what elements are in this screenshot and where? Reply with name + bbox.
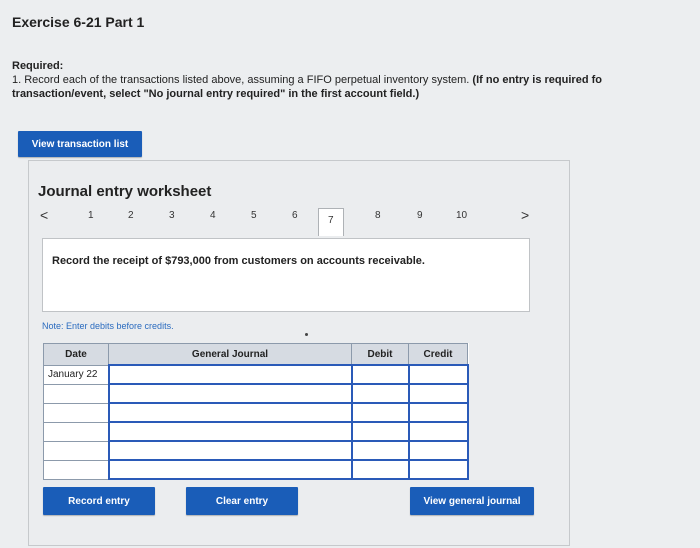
journal-header-row: Date General Journal Debit Credit: [43, 343, 468, 366]
date-cell[interactable]: [43, 402, 109, 423]
instruction-note: (If no entry is required fo: [472, 74, 602, 86]
table-row: [43, 383, 469, 404]
tab-4[interactable]: 4: [210, 210, 216, 221]
next-arrow-icon[interactable]: >: [521, 207, 529, 223]
date-cell[interactable]: [43, 459, 109, 480]
debit-header: Debit: [351, 343, 409, 366]
view-transaction-list-button[interactable]: View transaction list: [18, 131, 142, 157]
required-label: Required:: [12, 60, 64, 72]
account-input[interactable]: [107, 459, 353, 480]
tab-2[interactable]: 2: [128, 210, 134, 221]
date-header: Date: [43, 343, 109, 366]
tab-1[interactable]: 1: [88, 210, 94, 221]
credit-header: Credit: [408, 343, 468, 366]
transaction-description-box: [42, 238, 530, 312]
instruction-text: 1. Record each of the transactions liste…: [12, 74, 473, 86]
account-input[interactable]: [107, 364, 353, 385]
table-row: [43, 421, 469, 442]
journal-table: Date General Journal Debit Credit Januar…: [43, 343, 469, 480]
debit-input[interactable]: [350, 383, 410, 404]
debit-input[interactable]: [350, 459, 410, 480]
entry-tabs: < 1 2 3 4 5 6 7 8 9 10 >: [36, 207, 536, 240]
table-row: January 22: [43, 364, 469, 385]
view-general-journal-button[interactable]: View general journal: [410, 487, 534, 515]
tab-5[interactable]: 5: [251, 210, 257, 221]
debit-input[interactable]: [350, 402, 410, 423]
transaction-description: Record the receipt of $793,000 from cust…: [52, 255, 425, 267]
table-row: [43, 440, 469, 461]
credit-input[interactable]: [407, 402, 469, 423]
table-row: [43, 459, 469, 480]
debit-input[interactable]: [350, 421, 410, 442]
record-entry-button[interactable]: Record entry: [43, 487, 155, 515]
credit-input[interactable]: [407, 364, 469, 385]
tab-9[interactable]: 9: [417, 210, 423, 221]
date-cell[interactable]: [43, 440, 109, 461]
table-row: [43, 402, 469, 423]
entry-note: Note: Enter debits before credits.: [42, 321, 174, 331]
tab-6[interactable]: 6: [292, 210, 298, 221]
debit-input[interactable]: [350, 440, 410, 461]
prev-arrow-icon[interactable]: <: [40, 207, 48, 223]
credit-input[interactable]: [407, 383, 469, 404]
instruction-line-2: transaction/event, select "No journal en…: [12, 88, 420, 100]
account-input[interactable]: [107, 421, 353, 442]
clear-entry-button[interactable]: Clear entry: [186, 487, 298, 515]
tab-7[interactable]: 7: [318, 208, 344, 236]
credit-input[interactable]: [407, 459, 469, 480]
decorative-dot: [305, 333, 308, 336]
worksheet-title: Journal entry worksheet: [38, 183, 212, 200]
credit-input[interactable]: [407, 421, 469, 442]
account-input[interactable]: [107, 440, 353, 461]
tab-8[interactable]: 8: [375, 210, 381, 221]
tab-10[interactable]: 10: [456, 210, 467, 221]
date-cell[interactable]: [43, 383, 109, 404]
credit-input[interactable]: [407, 440, 469, 461]
tab-3[interactable]: 3: [169, 210, 175, 221]
date-cell[interactable]: [43, 421, 109, 442]
date-cell[interactable]: January 22: [43, 364, 109, 385]
page-title: Exercise 6-21 Part 1: [12, 14, 145, 30]
account-input[interactable]: [107, 383, 353, 404]
account-input[interactable]: [107, 402, 353, 423]
account-header: General Journal: [108, 343, 352, 366]
instruction-line-1: 1. Record each of the transactions liste…: [12, 74, 602, 86]
debit-input[interactable]: [350, 364, 410, 385]
